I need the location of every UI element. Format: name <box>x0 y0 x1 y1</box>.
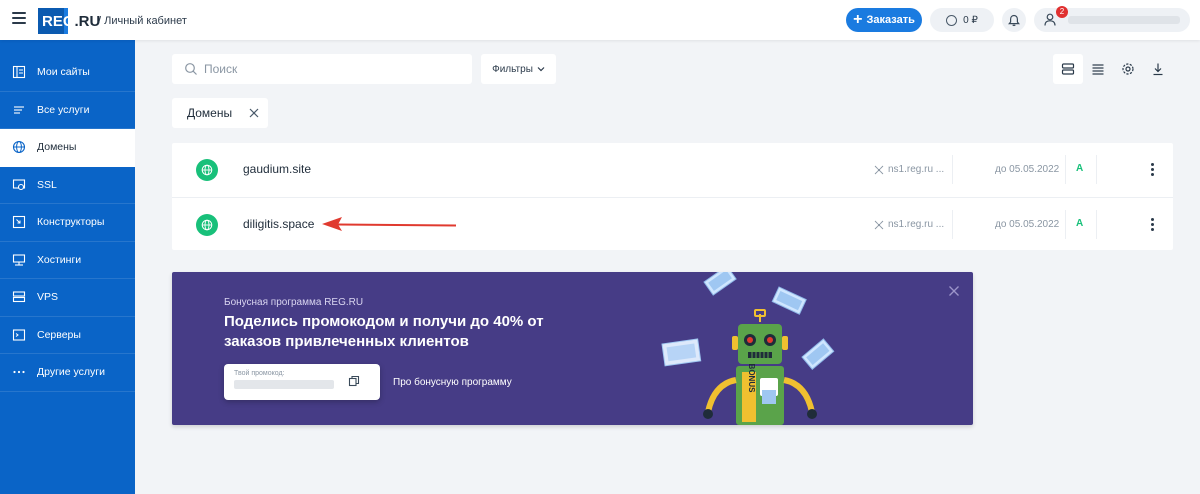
logo[interactable]: REG.RU <box>38 8 100 34</box>
globe-icon <box>12 141 26 154</box>
close-icon[interactable] <box>248 107 260 119</box>
ssl-icon <box>12 179 26 190</box>
divider <box>1096 155 1097 184</box>
filters-dropdown[interactable]: Фильтры <box>481 54 556 84</box>
domain-globe-icon <box>196 159 218 181</box>
close-icon[interactable] <box>948 285 960 297</box>
robot-illustration: BONUS <box>661 272 835 425</box>
dns-icon <box>874 165 884 174</box>
coins-icon <box>946 14 958 26</box>
search-input[interactable] <box>204 61 454 77</box>
status-badge: A <box>1076 218 1084 229</box>
expiry-date: до 05.05.2022 <box>995 219 1060 230</box>
more-icon <box>13 371 25 374</box>
banner-title: Поделись промокодом и получи до 40% от з… <box>224 313 544 350</box>
domain-row[interactable]: gaudium.site ns1.reg.ru ... до 05.05.202… <box>172 143 1173 196</box>
builder-icon <box>12 216 26 229</box>
menu-icon[interactable] <box>12 12 26 24</box>
chevron-down-icon <box>537 67 545 72</box>
user-name-redacted <box>1068 16 1180 24</box>
divider <box>1096 210 1097 239</box>
user-menu-button[interactable]: 2 <box>1034 6 1190 32</box>
bell-icon <box>1008 14 1020 26</box>
notification-badge: 2 <box>1056 6 1068 18</box>
order-button[interactable]: + Заказать <box>846 8 922 32</box>
sidebar: Мои сайты Все услуги Домены SSL Конструк… <box>0 40 135 494</box>
settings-button[interactable] <box>1113 54 1143 84</box>
divider <box>952 210 953 239</box>
status-badge: A <box>1076 163 1084 174</box>
sidebar-item-my-sites[interactable]: Мои сайты <box>0 54 135 92</box>
sidebar-item-hosting[interactable]: Хостинги <box>0 242 135 279</box>
vps-icon <box>12 291 26 303</box>
promo-label: Твой промокод: <box>234 370 285 377</box>
nameserver: ns1.reg.ru ... <box>874 164 944 175</box>
banner-subtitle: Бонусная программа REG.RU <box>224 297 364 308</box>
sidebar-item-ssl[interactable]: SSL <box>0 167 135 204</box>
server-icon <box>12 329 26 341</box>
bonus-program-link[interactable]: Про бонусную программу <box>393 377 512 388</box>
more-menu-icon[interactable] <box>1151 218 1155 232</box>
annotation-arrow <box>322 217 457 231</box>
list-view-button[interactable] <box>1083 54 1113 84</box>
copy-icon[interactable] <box>348 375 360 387</box>
card-view-button[interactable] <box>1053 54 1083 84</box>
divider <box>1065 210 1066 239</box>
notifications-button[interactable] <box>1002 8 1026 32</box>
balance-button[interactable]: 0 ₽ <box>930 8 994 32</box>
domain-globe-icon <box>196 214 218 236</box>
dns-icon <box>874 220 884 229</box>
sites-icon <box>12 66 26 79</box>
sidebar-item-vps[interactable]: VPS <box>0 279 135 317</box>
download-icon <box>1153 63 1163 76</box>
list-icon <box>14 106 24 114</box>
card-view-icon <box>1061 63 1075 75</box>
sidebar-item-builders[interactable]: Конструкторы <box>0 204 135 242</box>
domain-name[interactable]: diligitis.space <box>243 217 314 231</box>
breadcrumb[interactable]: / Личный кабинет <box>98 15 187 27</box>
download-button[interactable] <box>1143 54 1173 84</box>
sidebar-item-domains[interactable]: Домены <box>0 129 135 167</box>
sidebar-item-other-services[interactable]: Другие услуги <box>0 354 135 392</box>
gear-icon <box>1122 63 1134 75</box>
plus-icon: + <box>853 10 863 28</box>
filter-chip-domains: Домены <box>172 98 268 128</box>
list-view-icon <box>1092 64 1104 75</box>
domain-name[interactable]: gaudium.site <box>243 162 311 176</box>
user-icon <box>1044 13 1056 26</box>
sidebar-item-servers[interactable]: Серверы <box>0 317 135 354</box>
sidebar-item-all-services[interactable]: Все услуги <box>0 92 135 129</box>
expiry-date: до 05.05.2022 <box>995 164 1060 175</box>
bonus-banner: Бонусная программа REG.RU Поделись промо… <box>172 272 973 425</box>
divider <box>1065 155 1066 184</box>
promo-code-field[interactable]: Твой промокод: <box>224 364 380 400</box>
top-header: REG.RU / Личный кабинет + Заказать 0 ₽ 2 <box>0 0 1200 40</box>
promo-code-redacted <box>234 380 334 389</box>
more-menu-icon[interactable] <box>1151 163 1155 177</box>
search-box <box>172 54 472 84</box>
divider <box>952 155 953 184</box>
search-icon <box>185 63 197 75</box>
nameserver: ns1.reg.ru ... <box>874 219 944 230</box>
hosting-icon <box>12 254 26 266</box>
robot-bonus-text: BONUS <box>747 364 756 394</box>
